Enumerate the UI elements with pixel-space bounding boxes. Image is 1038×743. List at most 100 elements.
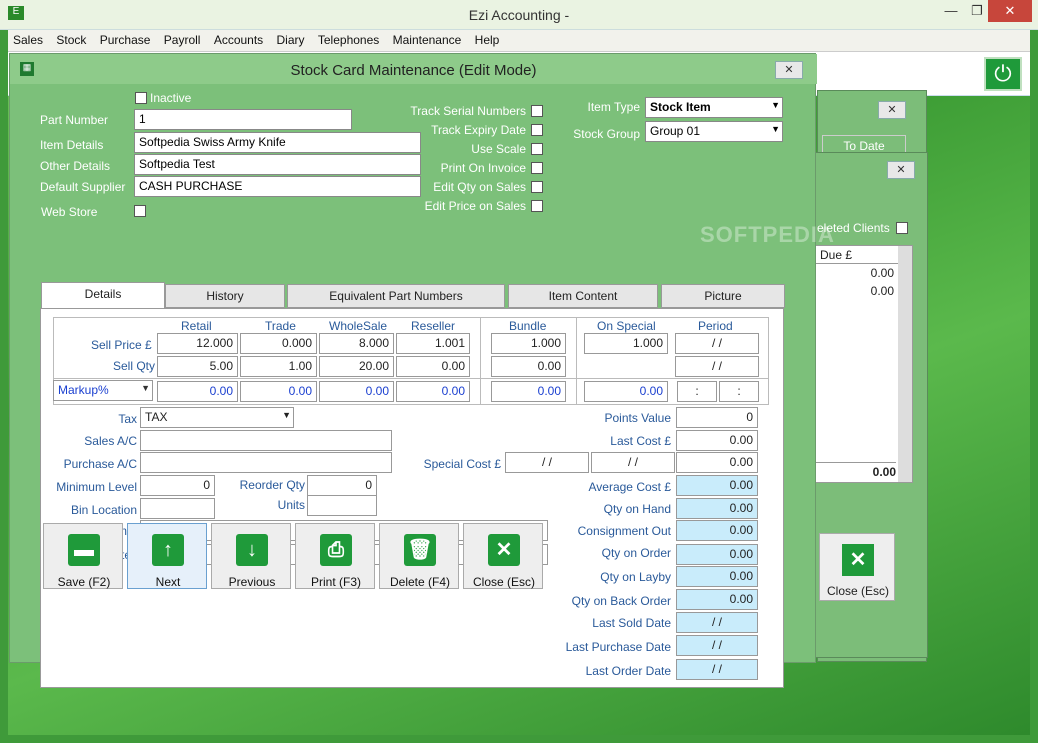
tax-select[interactable]: TAX ▼ [140,407,294,428]
sell-price-trade[interactable]: 0.000 [240,333,317,354]
stock-card-window: ▦ Stock Card Maintenance (Edit Mode) ✕ I… [9,53,834,688]
menu-telephones[interactable]: Telephones [313,30,384,50]
header-reseller: Reseller [411,319,456,333]
stock-group-select[interactable]: Group 01 ▼ [645,121,783,142]
close-icon[interactable]: ✕ [878,101,906,119]
delete-label: Delete (F4) [389,575,451,589]
use-scale-checkbox[interactable] [531,143,543,155]
delete-button[interactable]: 🗑 Delete (F4) [379,523,459,589]
special-cost-input[interactable]: 0.00 [676,452,758,473]
markup-bundle[interactable]: 0.00 [491,381,566,402]
app-close-button[interactable]: ✕ [988,0,1032,22]
menu-accounts[interactable]: Accounts [209,30,268,50]
scrollbar[interactable] [898,246,912,482]
inactive-checkbox[interactable] [135,92,147,104]
print-invoice-checkbox[interactable] [531,162,543,174]
time-from[interactable]: : [677,381,717,402]
sell-qty-bundle[interactable]: 0.00 [491,356,566,377]
markup-special[interactable]: 0.00 [584,381,668,402]
clients-close-button[interactable]: ✕ Close (Esc) [819,533,895,601]
tab-details[interactable]: Details [41,282,165,308]
markup-trade[interactable]: 0.00 [240,381,317,402]
sell-price-wholesale[interactable]: 8.000 [319,333,394,354]
min-level-input[interactable]: 0 [140,475,215,496]
part-number-input[interactable]: 1 [134,109,352,130]
app-titlebar: E Ezi Accounting - — ❐ ✕ [0,0,1038,30]
special-from-date[interactable]: / / [505,452,589,473]
tab-item-content[interactable]: Item Content [508,284,658,308]
close-icon[interactable]: ✕ [887,161,915,179]
track-expiry-checkbox[interactable] [531,124,543,136]
item-details-input[interactable]: Softpedia Swiss Army Knife [134,132,421,153]
consignment-value: 0.00 [676,520,758,541]
header-retail: Retail [181,319,212,333]
edit-qty-checkbox[interactable] [531,181,543,193]
menu-maintenance[interactable]: Maintenance [388,30,467,50]
other-details-input[interactable]: Softpedia Test [134,154,421,175]
previous-button[interactable]: ↓ Previous [211,523,291,589]
special-to-date[interactable]: / / [591,452,675,473]
sell-qty-reseller[interactable]: 0.00 [396,356,470,377]
track-serial-checkbox[interactable] [531,105,543,117]
markup-wholesale[interactable]: 0.00 [319,381,394,402]
tab-equivalent-parts[interactable]: Equivalent Part Numbers [287,284,505,308]
menu-help[interactable]: Help [470,30,505,50]
tab-history[interactable]: History [165,284,285,308]
markup-retail[interactable]: 0.00 [157,381,238,402]
time-to[interactable]: : [719,381,759,402]
reorder-qty-input[interactable]: 0 [307,475,377,496]
sales-ac-input[interactable] [140,430,392,451]
default-supplier-input[interactable]: CASH PURCHASE [134,176,421,197]
period-to[interactable]: / / [675,356,759,377]
menu-payroll[interactable]: Payroll [159,30,206,50]
item-type-select[interactable]: Stock Item ▼ [645,97,783,118]
sell-qty-wholesale[interactable]: 20.00 [319,356,394,377]
qty-layby-label: Qty on Layby [600,570,671,584]
edit-price-checkbox[interactable] [531,200,543,212]
qty-order-value: 0.00 [676,544,758,565]
stock-group-label: Stock Group [573,127,640,141]
divider [576,317,577,405]
sell-qty-trade[interactable]: 1.00 [240,356,317,377]
chevron-down-icon: ▼ [141,383,150,393]
points-input[interactable]: 0 [676,407,758,428]
header-trade: Trade [265,319,296,333]
window-close-button[interactable]: ✕ [775,61,803,79]
last-cost-input[interactable]: 0.00 [676,430,758,451]
last-sold-label: Last Sold Date [592,616,671,630]
close-label: Close (Esc) [472,575,535,589]
sell-qty-retail[interactable]: 5.00 [157,356,238,377]
sell-price-special[interactable]: 1.000 [584,333,668,354]
menu-sales[interactable]: Sales [8,30,48,50]
save-button[interactable]: ▬ Save (F2) [43,523,123,589]
close-button[interactable]: ✕ Close (Esc) [463,523,543,589]
track-serial-label: Track Serial Numbers [410,104,526,118]
sell-price-bundle[interactable]: 1.000 [491,333,566,354]
default-supplier-label: Default Supplier [40,180,126,194]
next-button[interactable]: ↑ Next [127,523,207,589]
last-order-label: Last Order Date [585,664,671,678]
menu-stock[interactable]: Stock [51,30,91,50]
markup-reseller[interactable]: 0.00 [396,381,470,402]
down-arrow-icon: ↓ [236,534,268,566]
menu-purchase[interactable]: Purchase [95,30,156,50]
period-from[interactable]: / / [675,333,759,354]
deleted-clients-checkbox[interactable] [896,222,908,234]
web-store-checkbox[interactable] [134,205,146,217]
save-label: Save (F2) [57,575,111,589]
power-icon[interactable]: ⏻ [984,57,1022,91]
print-button[interactable]: ⎙ Print (F3) [295,523,375,589]
sell-price-reseller[interactable]: 1.001 [396,333,470,354]
units-input[interactable] [307,495,377,516]
markup-select[interactable]: Markup% ▼ [53,380,153,401]
last-order-value: / / [676,659,758,680]
item-type-label: Item Type [587,100,640,114]
bin-location-input[interactable] [140,498,215,519]
menu-diary[interactable]: Diary [272,30,310,50]
purchase-ac-input[interactable] [140,452,392,473]
qty-order-label: Qty on Order [601,546,671,560]
chevron-down-icon: ▼ [771,124,780,134]
tab-picture[interactable]: Picture [661,284,785,308]
sell-price-retail[interactable]: 12.000 [157,333,238,354]
tax-label: Tax [118,412,137,426]
